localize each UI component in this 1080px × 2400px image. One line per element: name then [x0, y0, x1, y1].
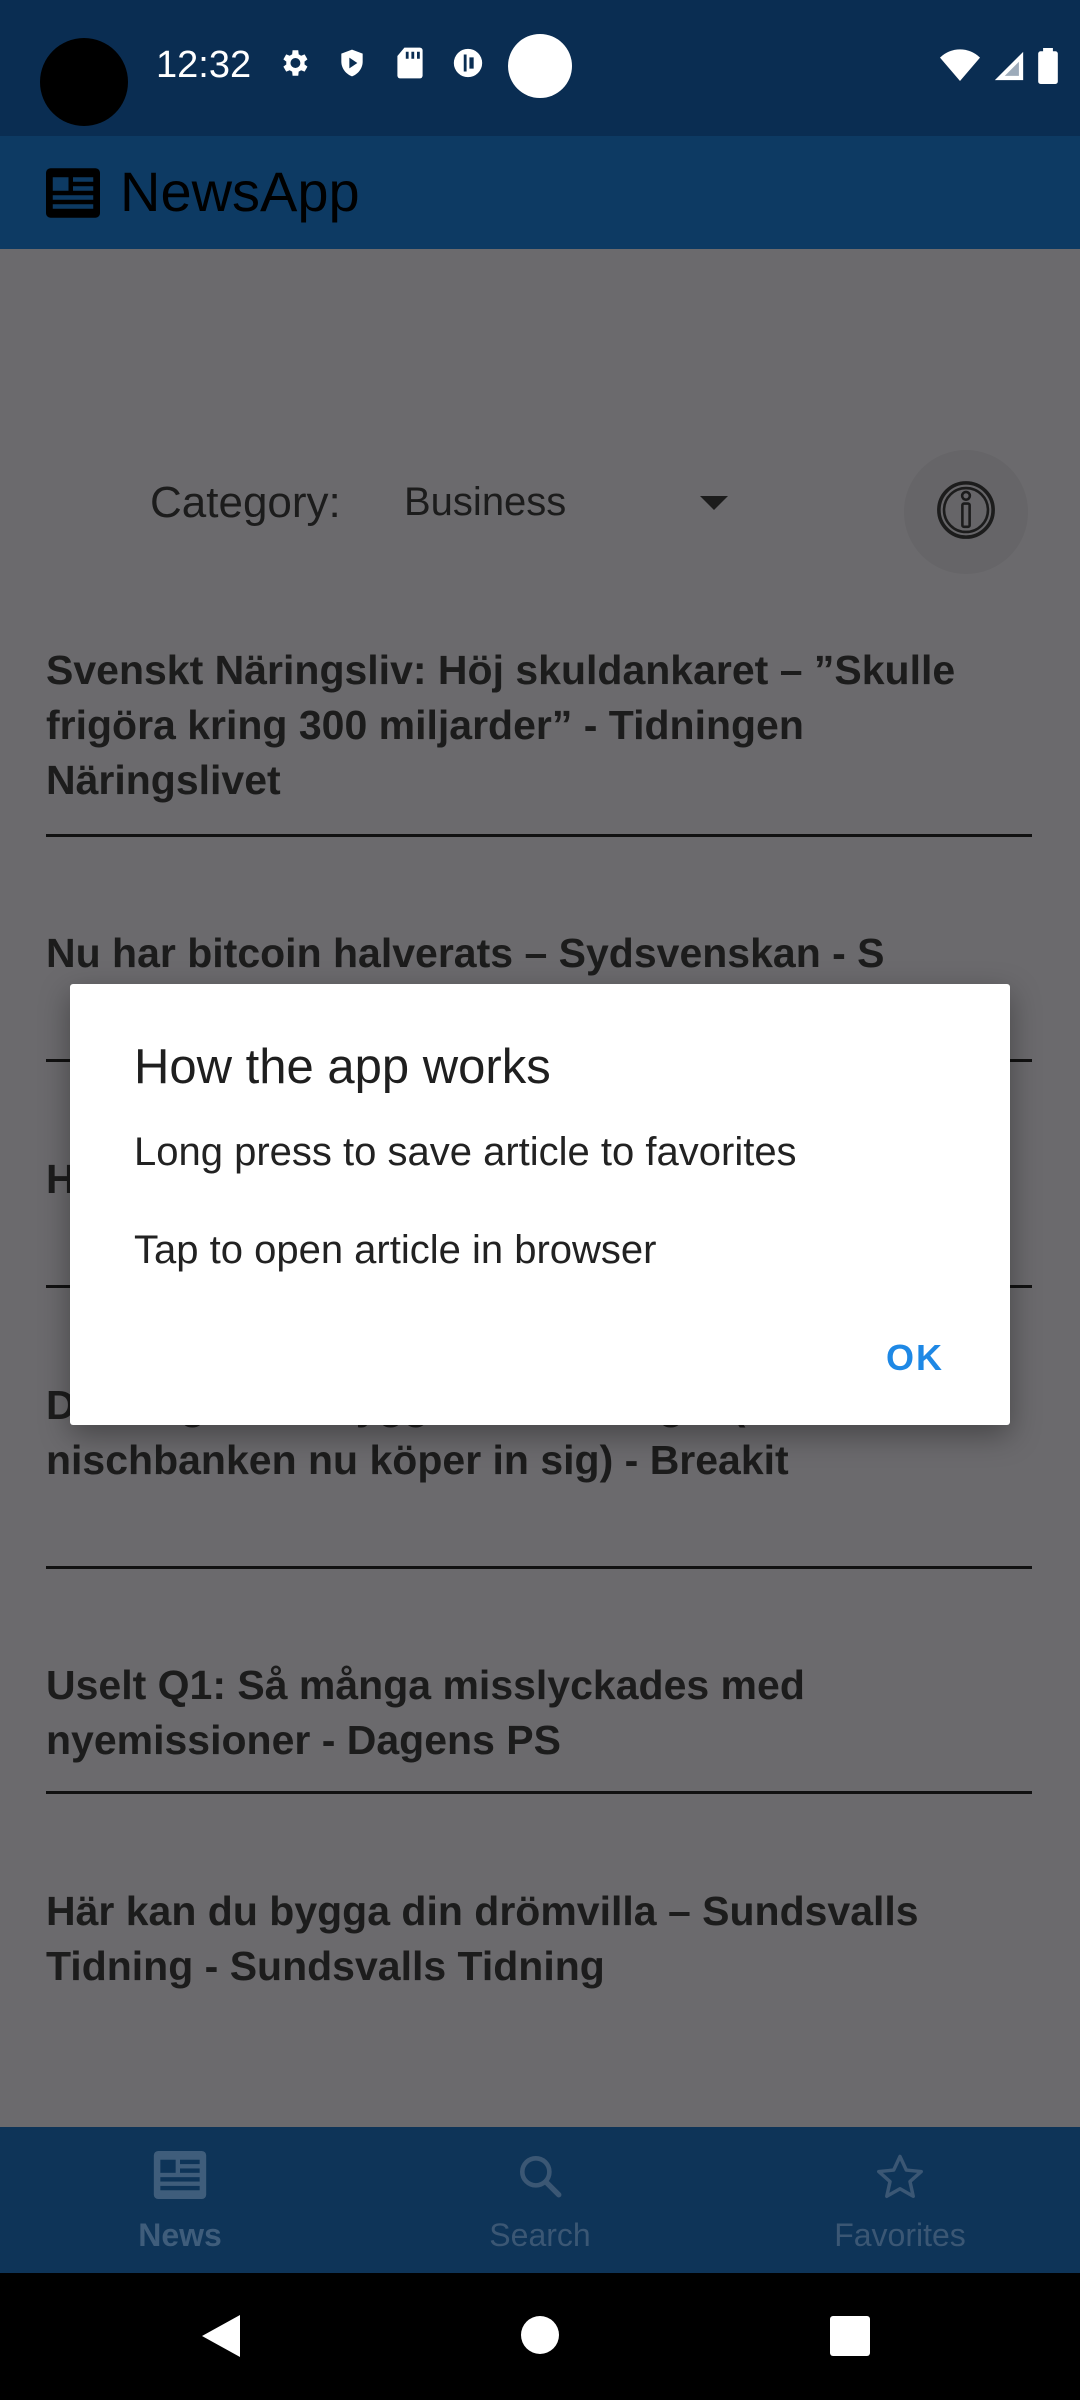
back-icon[interactable] [202, 2315, 240, 2357]
list-item[interactable]: Svenskt Näringsliv: Höj skuldankaret – ”… [46, 643, 1032, 808]
info-button[interactable] [904, 450, 1028, 574]
nav-item-news[interactable]: News [0, 2127, 360, 2273]
app-title: NewsApp [120, 160, 360, 223]
battery-icon [1038, 48, 1058, 89]
info-icon [935, 479, 997, 546]
cellular-signal-icon [992, 49, 1026, 88]
chevron-down-icon[interactable] [700, 496, 728, 510]
settings-icon [275, 44, 313, 82]
nav-item-search[interactable]: Search [360, 2127, 720, 2273]
list-item[interactable]: Uselt Q1: Så många misslyckades med nyem… [46, 1658, 1032, 1768]
nav-label-news: News [138, 2217, 222, 2253]
home-icon[interactable] [521, 2316, 559, 2354]
newspaper-icon [46, 168, 100, 223]
dialog-title: How the app works [134, 1040, 551, 1094]
nav-label-favorites: Favorites [834, 2217, 966, 2253]
info-dialog: How the app works Long press to save art… [70, 984, 1010, 1425]
shield-icon [333, 44, 371, 82]
dialog-message-open: Tap to open article in browser [134, 1228, 657, 1272]
divider [46, 1566, 1032, 1569]
wifi-icon [940, 49, 980, 88]
status-icons [275, 44, 487, 82]
dialog-message-favorites: Long press to save article to favorites [134, 1130, 797, 1174]
system-status-icons [940, 48, 1058, 89]
search-icon [515, 2151, 565, 2206]
nav-label-search: Search [489, 2217, 591, 2253]
data-saver-icon [449, 44, 487, 82]
sd-card-icon [391, 44, 429, 82]
recent-apps-icon[interactable] [830, 2316, 870, 2356]
news-icon [153, 2151, 207, 2204]
divider [46, 834, 1032, 837]
category-dropdown[interactable]: Business [404, 480, 566, 525]
list-item[interactable]: Nu har bitcoin halverats – Sydsvenskan -… [46, 926, 1032, 981]
ok-button[interactable]: OK [850, 1328, 980, 1388]
divider [46, 1791, 1032, 1794]
nav-item-favorites[interactable]: Favorites [720, 2127, 1080, 2273]
star-icon [873, 2151, 927, 2208]
status-time: 12:32 [156, 44, 252, 86]
notification-dot [508, 34, 572, 98]
list-item[interactable]: Här kan du bygga din drömvilla – Sundsva… [46, 1884, 1032, 1994]
category-label: Category: [150, 478, 341, 527]
camera-cutout [40, 38, 128, 126]
